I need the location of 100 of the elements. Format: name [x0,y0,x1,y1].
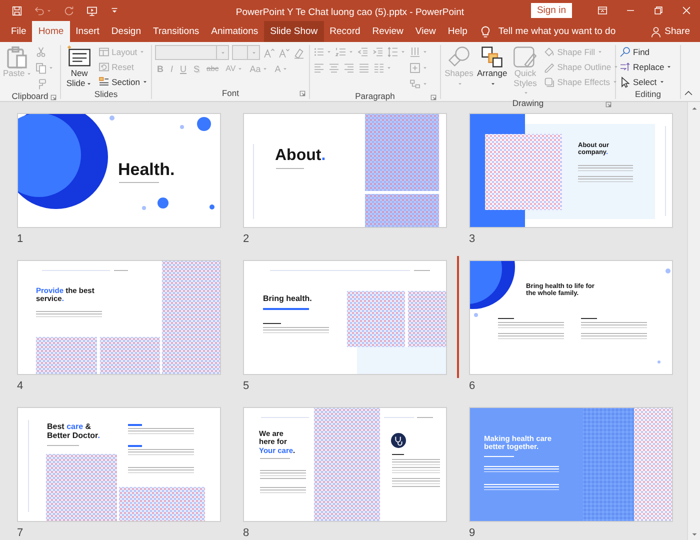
slide-number: 7 [17,527,24,540]
dot-decoration [142,206,146,210]
ribbon-tab[interactable]: Animations [205,21,264,42]
dot-decoration [158,198,168,208]
columns-icon [373,62,385,74]
section-button[interactable]: Section [98,75,148,88]
group-label: Drawing [512,98,544,108]
slide-thumbnail[interactable]: Health. [17,113,221,228]
bullet-list-icon [313,46,325,58]
find-button[interactable]: Find [619,45,650,58]
layout-icon [98,46,110,58]
line-spacing-icon [387,46,399,58]
pattern-panel [36,337,97,374]
replace-icon [619,60,631,72]
group-label: Slides [94,88,118,99]
slide-title: About. [275,147,326,165]
text-lines-drawing [263,323,281,324]
sign-in-button[interactable]: Sign in [530,3,572,18]
slide-thumbnail[interactable]: About. [243,113,447,228]
group-label: Editing [635,88,661,98]
caret-icon [142,78,148,84]
slide-thumbnail[interactable]: Bring health. [243,260,447,375]
undo-icon [34,4,46,16]
dot-decoration [210,204,214,210]
ribbon-tab[interactable]: Review [366,21,410,42]
dot-decoration [180,125,184,129]
stethoscope-icon [391,433,406,448]
caret-icon [400,49,406,55]
arrange-icon [479,45,506,69]
close-icon [680,5,692,16]
caret-icon [348,49,354,55]
caret-icon [46,8,52,14]
dot-decoration [197,117,211,131]
caret-icon [139,48,146,54]
caret-icon [613,64,620,70]
slide-title: Health. [118,161,175,180]
caret-icon [26,70,32,77]
pattern-panel [347,291,405,347]
dot-decoration [110,116,114,120]
select-button[interactable]: Select [619,75,665,88]
paint-bucket-icon [543,46,556,58]
projector-icon [86,4,98,16]
search-icon [619,46,631,58]
dot-decoration [666,268,670,274]
text-lines-drawing [417,416,433,418]
ribbon-tab[interactable]: Transitions [147,21,206,42]
caret-icon [220,50,226,56]
copy-icon [34,62,47,74]
slide-thumbnail[interactable]: Best care & Better Doctor. [17,407,221,522]
dialog-launcher-icon[interactable] [605,101,612,108]
text-lines-drawing [119,182,159,184]
ribbon-tab[interactable]: Design [105,21,147,42]
pointer-icon [619,76,631,88]
dialog-launcher-icon[interactable] [299,90,306,97]
align-left-icon [313,62,325,74]
tell-me-placeholder: Tell me what you want to do [498,26,616,37]
align-center-icon [328,62,340,74]
dialog-launcher-icon[interactable] [50,94,57,101]
ribbon-tab[interactable]: Slide Show [264,21,324,42]
caret-icon [386,65,392,71]
ribbon-tab[interactable]: Insert [70,21,106,42]
section-icon [98,76,110,88]
pencil-icon [543,60,556,72]
text-lines-drawing [47,445,79,446]
new-slide-icon [66,45,92,69]
shapes-icon [446,45,472,69]
slide-number: 4 [17,380,24,394]
tell-me-field[interactable]: Tell me what you want to do [479,21,616,42]
slide-number: 8 [243,527,250,540]
dot-decoration [658,360,660,364]
text-lines-drawing [263,308,309,310]
slide-title: Bring health. [263,295,312,304]
ribbon-tab[interactable]: Record [324,21,366,42]
caret-icon [422,65,428,71]
replace-button[interactable]: Replace [619,60,672,73]
scissors-icon [34,46,47,58]
group-label: Paragraph [355,91,395,101]
justify-icon [358,62,370,74]
caret-icon [282,66,288,72]
arrange-button[interactable]: Arrange [477,45,508,89]
caret-icon [48,65,54,71]
increase-indent-icon [372,46,384,58]
caret-icon [456,80,462,87]
dialog-launcher-icon[interactable] [430,94,437,101]
text-lines-drawing [392,454,404,456]
slide-number: 9 [469,527,476,540]
caret-icon [490,80,496,87]
ribbon-tab[interactable]: File [5,21,32,42]
slide-number: 2 [243,233,250,247]
ribbon-tab[interactable]: View [409,21,442,42]
text-lines-drawing [581,318,597,320]
text-lines-drawing [114,270,128,271]
caret-icon [250,50,256,56]
ribbon-tab[interactable]: Home [32,21,70,42]
share-button[interactable]: Share [644,21,700,42]
restore-icon [652,5,664,16]
group-label: Font [222,88,239,98]
new-slide-button[interactable]: New Slide [64,45,95,89]
quick-styles-icon [512,45,538,69]
ribbon-tab[interactable]: Help [442,21,474,42]
